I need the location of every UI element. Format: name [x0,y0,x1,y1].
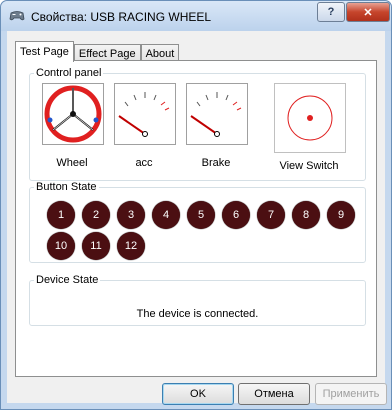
button-indicator-1: 1 [47,201,75,229]
steering-wheel-icon [44,85,102,143]
ok-button[interactable]: OK [162,383,234,405]
close-icon: ✕ [363,6,373,19]
brake-gauge-dial [190,92,242,137]
view-switch-label: View Switch [279,160,339,172]
tab-label: Test Page [20,46,69,58]
gamepad-icon [9,11,25,21]
tab-label: Effect Page [78,47,136,60]
tab-strip: Test Page Effect Page About [15,41,180,62]
title-bar[interactable]: Свойства: USB RACING WHEEL ? ✕ [1,1,391,31]
help-button[interactable]: ? [317,2,345,22]
brake-label: Brake [201,157,231,169]
device-state-group: Device State The device is connected. [29,274,366,326]
properties-window: Свойства: USB RACING WHEEL ? ✕ Test Page… [0,0,392,410]
button-indicator-4: 4 [152,201,180,229]
view-switch-display [274,83,346,153]
view-switch-hat [287,95,333,141]
control-panel-legend: Control panel [36,67,102,79]
button-indicator-5: 5 [187,201,215,229]
acc-label: acc [135,157,153,169]
button-indicator-10: 10 [47,232,75,260]
tab-label: About [145,47,175,60]
device-state-legend: Device State [36,274,99,286]
wheel-label: Wheel [56,157,88,169]
button-indicator-7: 7 [257,201,285,229]
button-indicator-3: 3 [117,201,145,229]
help-icon: ? [327,6,335,18]
button-indicator-2: 2 [82,201,110,229]
button-indicator-9: 9 [327,201,355,229]
button-indicator-12: 12 [117,232,145,260]
device-status-message: The device is connected. [136,308,259,320]
acc-gauge [114,83,176,145]
window-title: Свойства: USB RACING WHEEL [31,10,212,24]
button-indicator-8: 8 [292,201,320,229]
tab-test-page[interactable]: Test Page [15,41,74,62]
apply-button[interactable]: Применить [315,383,387,405]
button-state-legend: Button State [36,181,97,193]
close-button[interactable]: ✕ [346,2,390,22]
button-indicator-6: 6 [222,201,250,229]
brake-gauge [186,83,248,145]
acc-gauge-dial [118,92,170,137]
cancel-button[interactable]: Отмена [238,383,310,405]
test-page-panel: Control panel Wheel acc Brake View Switc… [15,60,377,377]
button-indicator-11: 11 [82,232,110,260]
wheel-display [42,83,104,145]
